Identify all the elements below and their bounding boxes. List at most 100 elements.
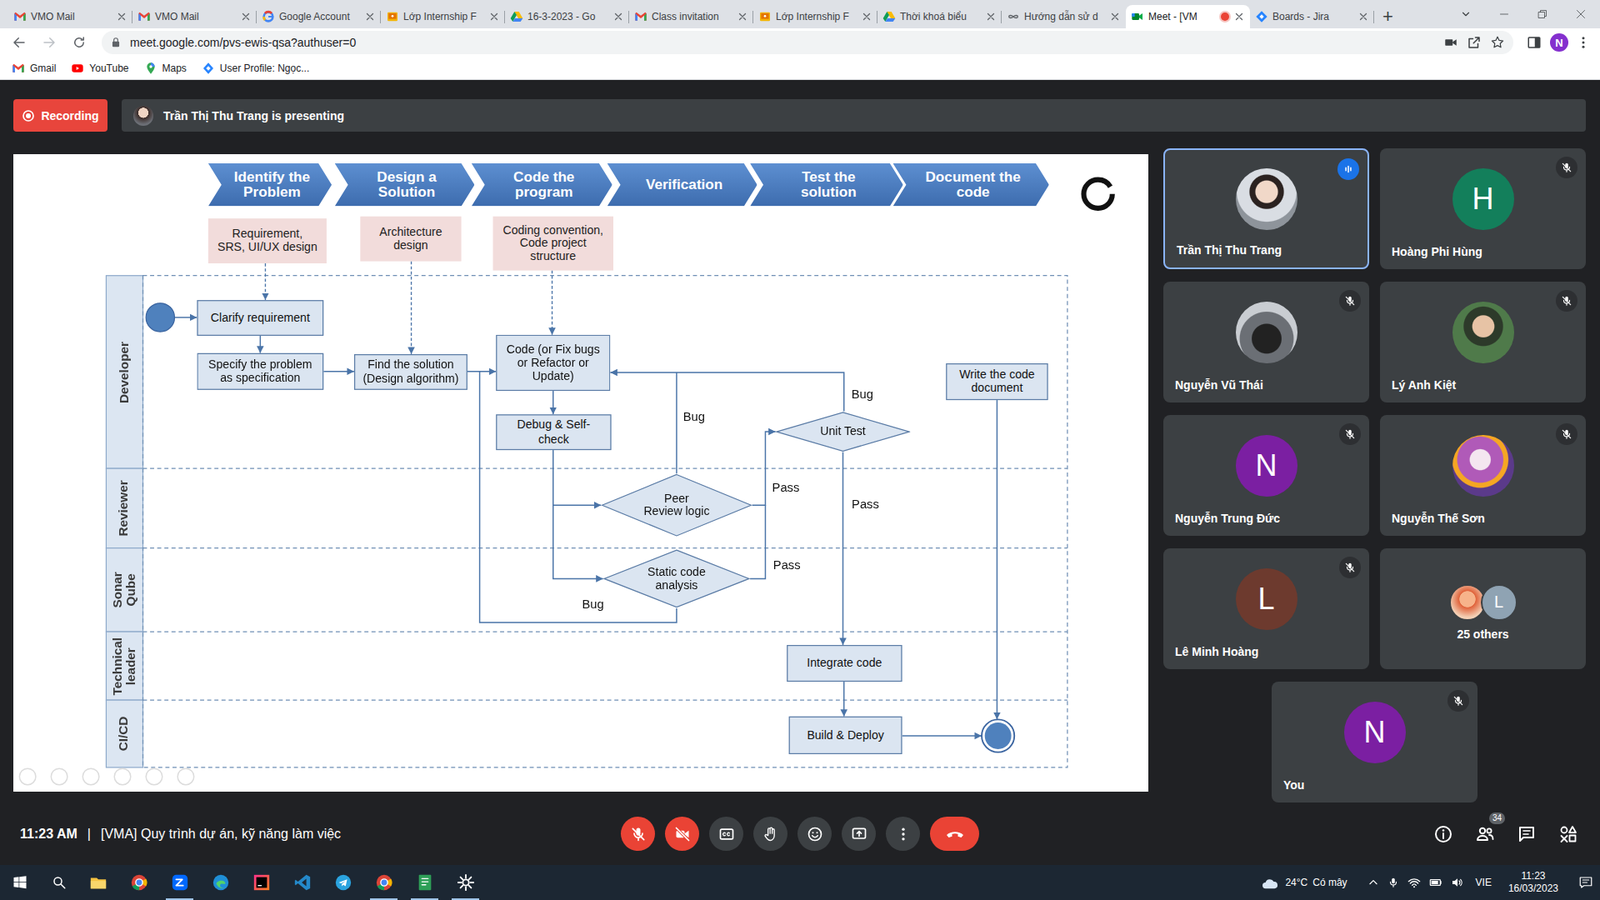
tab-search-icon[interactable]	[1446, 0, 1485, 29]
start-button[interactable]	[0, 865, 40, 900]
participant-tile[interactable]: Nguyễn Vũ Thái	[1163, 281, 1370, 403]
close-icon[interactable]	[612, 10, 625, 23]
microphone-icon[interactable]	[1387, 876, 1400, 889]
close-icon[interactable]	[860, 10, 873, 23]
participant-tile[interactable]: Trần Thị Thu Trang	[1163, 148, 1370, 270]
present-button[interactable]	[841, 816, 876, 851]
profile-avatar[interactable]: N	[1550, 33, 1569, 52]
browser-tab[interactable]: Boards - Jira	[1250, 5, 1375, 29]
bookmark[interactable]: Gmail	[11, 61, 56, 75]
taskbar-app[interactable]	[118, 865, 160, 900]
participant-tile[interactable]: NNguyễn Trung Đức	[1163, 415, 1370, 536]
browser-tab[interactable]: Class invitation	[629, 5, 754, 29]
close-icon[interactable]	[985, 10, 997, 23]
decision-node: Unit Test	[775, 411, 911, 453]
reload-icon[interactable]	[66, 30, 92, 55]
recording-button[interactable]: Recording	[13, 99, 108, 132]
browser-tab[interactable]: Hướng dẫn sử d	[1001, 5, 1126, 29]
taskbar-app[interactable]	[281, 865, 323, 900]
taskbar-app[interactable]	[363, 865, 405, 900]
side-panel-icon[interactable]	[1523, 30, 1545, 55]
minimize-icon[interactable]	[1485, 0, 1524, 29]
camera-button[interactable]	[665, 816, 700, 851]
close-icon[interactable]	[488, 10, 500, 23]
info-icon[interactable]	[1431, 822, 1455, 846]
clock[interactable]: 11:2316/03/2023	[1503, 870, 1564, 895]
people-icon[interactable]: 34	[1473, 822, 1497, 846]
taskbar-app[interactable]	[240, 865, 282, 900]
close-icon[interactable]	[1357, 10, 1370, 23]
browser-tab[interactable]: Lớp Internship F	[380, 5, 505, 29]
browser-tab[interactable]: Meet - [VM	[1125, 5, 1250, 29]
tab-separator	[1000, 10, 1002, 24]
activities-icon[interactable]	[1556, 822, 1580, 846]
participant-name: You	[1271, 778, 1478, 803]
taskbar-app[interactable]	[159, 865, 200, 900]
raise-hand-button[interactable]	[753, 816, 788, 851]
search-button[interactable]	[40, 865, 78, 900]
bookmark-icon	[11, 61, 25, 75]
node-label: Find the solution (Design algorithm)	[362, 358, 459, 385]
process-node: Specify the problem as specification	[196, 353, 324, 390]
input-language[interactable]: VIE	[1472, 876, 1495, 889]
emoji-button[interactable]	[797, 816, 832, 851]
weather-widget[interactable]: 24°CCó mây	[1260, 875, 1347, 890]
battery-icon[interactable]	[1429, 875, 1443, 890]
participant-tile[interactable]: L25 others	[1380, 548, 1586, 670]
participant-tile[interactable]: Lý Anh Kiệt	[1380, 281, 1586, 403]
close-icon[interactable]	[364, 10, 376, 23]
back-icon[interactable]	[6, 30, 32, 55]
show-hidden-icon[interactable]	[1367, 876, 1380, 889]
address-bar[interactable]: meet.google.com/pvs-ewis-qsa?authuser=0	[101, 30, 1514, 55]
taskbar-app[interactable]	[322, 865, 364, 900]
avatar-area: N	[1271, 681, 1478, 779]
more-options-button[interactable]	[885, 816, 920, 851]
volume-icon[interactable]	[1450, 875, 1465, 890]
new-tab-button[interactable]: +	[1374, 5, 1402, 29]
bookmark[interactable]: Maps	[144, 61, 187, 75]
bookmark[interactable]: User Profile: Ngọc...	[201, 61, 310, 75]
participant-tile[interactable]: LLê Minh Hoàng	[1163, 548, 1370, 670]
microphone-button[interactable]	[620, 816, 655, 851]
leave-call-button[interactable]	[930, 816, 980, 851]
close-icon[interactable]	[736, 10, 749, 23]
close-icon[interactable]	[1233, 10, 1245, 23]
close-icon[interactable]	[240, 10, 252, 23]
browser-tab[interactable]: 16-3-2023 - Go	[505, 5, 630, 29]
menu-icon[interactable]	[1573, 30, 1594, 55]
browser-tab[interactable]: Google Account	[256, 5, 381, 29]
participant-count: 34	[1489, 812, 1505, 825]
taskbar-app[interactable]	[445, 865, 486, 900]
input-note: Architecture design	[360, 216, 461, 262]
taskbar-app[interactable]	[77, 865, 119, 900]
bookmark-label: Maps	[162, 62, 187, 75]
close-window-icon[interactable]	[1561, 0, 1600, 29]
url-text[interactable]: meet.google.com/pvs-ewis-qsa?authuser=0	[130, 35, 1435, 50]
browser-tab[interactable]: VMO Mail	[8, 5, 133, 29]
captions-button[interactable]	[709, 816, 744, 851]
restore-icon[interactable]	[1523, 0, 1562, 29]
participant-tile[interactable]: HHoàng Phi Hùng	[1380, 148, 1586, 270]
swimlane-label: Developer	[105, 275, 143, 469]
participant-name: 25 others	[1456, 627, 1509, 641]
camera-icon[interactable]	[1443, 35, 1459, 50]
taskbar-app[interactable]	[200, 865, 241, 900]
participant-name: Trần Thị Thu Trang	[1165, 243, 1368, 268]
swimlane-label: Technical leader	[105, 631, 143, 700]
forward-icon[interactable]	[36, 30, 62, 55]
browser-tab[interactable]: VMO Mail	[132, 5, 257, 29]
close-icon[interactable]	[115, 10, 128, 23]
taskbar-app[interactable]	[404, 865, 445, 900]
close-icon[interactable]	[1109, 10, 1121, 23]
browser-tab[interactable]: Lớp Internship F	[753, 5, 878, 29]
share-icon[interactable]	[1466, 35, 1482, 50]
chat-icon[interactable]	[1515, 822, 1539, 846]
participant-tile[interactable]: Nguyễn Thế Sơn	[1380, 415, 1586, 536]
call-controls	[620, 816, 980, 851]
bookmark[interactable]: YouTube	[70, 61, 129, 75]
star-icon[interactable]	[1490, 35, 1505, 50]
participant-tile[interactable]: NYou	[1271, 681, 1478, 803]
browser-tab[interactable]: Thời khoá biểu	[877, 5, 1002, 29]
network-icon[interactable]	[1407, 875, 1421, 890]
notifications-icon[interactable]	[1578, 875, 1594, 890]
